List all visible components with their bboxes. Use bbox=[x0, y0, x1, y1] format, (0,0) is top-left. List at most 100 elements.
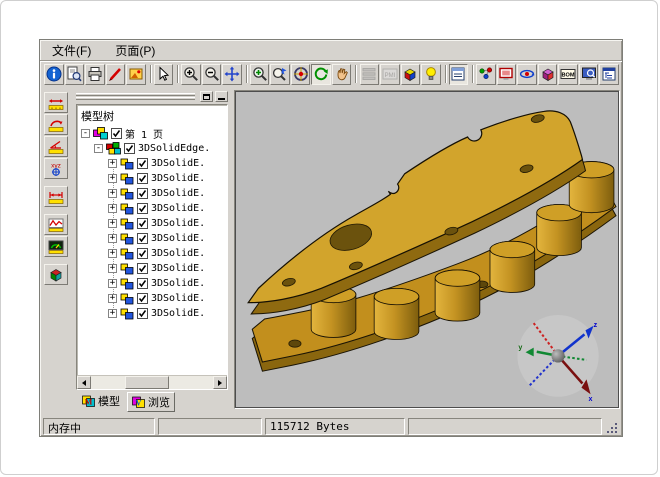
expand-toggle[interactable]: + bbox=[108, 309, 117, 318]
screen-preview-button[interactable] bbox=[579, 64, 599, 85]
part-checkbox[interactable] bbox=[137, 278, 148, 289]
expand-toggle[interactable]: + bbox=[108, 279, 117, 288]
expand-toggle[interactable]: + bbox=[108, 294, 117, 303]
panel-toggle-button[interactable] bbox=[449, 64, 469, 85]
curve-icon bbox=[48, 217, 64, 233]
part-checkbox[interactable] bbox=[137, 308, 148, 319]
tree-item-label[interactable]: 3DSolidE. bbox=[151, 248, 205, 259]
expand-toggle[interactable]: - bbox=[94, 144, 103, 153]
measure-distance-button[interactable] bbox=[44, 186, 68, 207]
svg-text:PMI: PMI bbox=[384, 73, 395, 79]
viewport-canvas[interactable]: z x y bbox=[235, 91, 619, 408]
orbit-view-button[interactable] bbox=[517, 64, 537, 85]
solid-view-button[interactable] bbox=[538, 64, 558, 85]
model-canvas-svg: z x y bbox=[236, 92, 618, 407]
expand-toggle[interactable]: + bbox=[108, 219, 117, 228]
axis-trackball: z x y bbox=[517, 315, 598, 403]
menu-file[interactable]: 文件(F) bbox=[50, 41, 93, 60]
expand-toggle[interactable]: + bbox=[108, 234, 117, 243]
panel-grip[interactable] bbox=[76, 93, 195, 101]
menu-page[interactable]: 页面(P) bbox=[113, 41, 157, 60]
pmi-button[interactable]: PMI bbox=[380, 64, 400, 85]
print-preview-button[interactable] bbox=[65, 64, 85, 85]
expand-toggle[interactable]: + bbox=[108, 249, 117, 258]
print-icon bbox=[87, 66, 103, 82]
model-tree-panel: 模型树 - 第 1 页 - bbox=[76, 90, 228, 409]
part-checkbox[interactable] bbox=[137, 263, 148, 274]
expand-toggle[interactable]: + bbox=[108, 204, 117, 213]
volume-button[interactable] bbox=[44, 264, 68, 285]
scroll-thumb[interactable] bbox=[125, 376, 169, 389]
coordinate-button[interactable]: xyz bbox=[44, 158, 68, 179]
tree-item-label[interactable]: 3DSolidE. bbox=[151, 263, 205, 274]
tab-browse[interactable]: V 浏览 bbox=[127, 392, 175, 412]
view-cube-button[interactable] bbox=[401, 64, 421, 85]
tab-model[interactable]: M 模型 bbox=[78, 392, 124, 410]
zoom-in-button[interactable] bbox=[181, 64, 201, 85]
tree-item-label[interactable]: 3DSolidE. bbox=[151, 308, 205, 319]
part-checkbox[interactable] bbox=[137, 293, 148, 304]
measure-length-button[interactable] bbox=[44, 92, 68, 113]
part-checkbox[interactable] bbox=[137, 233, 148, 244]
tree-item-label[interactable]: 3DSolidE. bbox=[151, 158, 205, 169]
tree-root-label[interactable]: 第 1 页 bbox=[125, 126, 163, 141]
expand-toggle[interactable]: + bbox=[108, 189, 117, 198]
layers-button[interactable] bbox=[360, 64, 380, 85]
pen-icon bbox=[107, 66, 123, 82]
tree-item-label[interactable]: 3DSolidE. bbox=[151, 293, 205, 304]
tree-hscrollbar bbox=[77, 375, 227, 389]
page-checkbox[interactable] bbox=[111, 128, 122, 139]
info-button[interactable] bbox=[44, 64, 64, 85]
zoom-dynamic-button[interactable] bbox=[270, 64, 290, 85]
panel-hide-button[interactable] bbox=[215, 91, 228, 102]
part-icon bbox=[120, 233, 134, 245]
status-memory: 内存中 bbox=[43, 418, 155, 435]
measure-radius-button[interactable] bbox=[44, 114, 68, 135]
rotate-view-button[interactable] bbox=[311, 64, 331, 85]
zoom-out-button[interactable] bbox=[202, 64, 222, 85]
svg-text:BOM: BOM bbox=[562, 73, 575, 79]
structure-tree-button[interactable] bbox=[599, 64, 619, 85]
expand-toggle[interactable]: + bbox=[108, 264, 117, 273]
expand-toggle[interactable]: + bbox=[108, 159, 117, 168]
part-checkbox[interactable] bbox=[137, 173, 148, 184]
pan-button[interactable] bbox=[222, 64, 242, 85]
part-checkbox[interactable] bbox=[137, 158, 148, 169]
tree-item-label[interactable]: 3DSolidE. bbox=[151, 173, 205, 184]
curve-analysis-button[interactable] bbox=[44, 214, 68, 235]
measure-angle-button[interactable] bbox=[44, 136, 68, 157]
part-checkbox[interactable] bbox=[137, 248, 148, 259]
select-cursor-button[interactable] bbox=[154, 64, 174, 85]
check-icon bbox=[138, 219, 147, 228]
tree-item-label[interactable]: 3DSolidE. bbox=[151, 203, 205, 214]
part-checkbox[interactable] bbox=[137, 203, 148, 214]
tree-item-label[interactable]: 3DSolidE. bbox=[151, 218, 205, 229]
tree-item-label[interactable]: 3DSolidE. bbox=[151, 188, 205, 199]
expand-toggle[interactable]: + bbox=[108, 174, 117, 183]
assembly-tools-button[interactable] bbox=[476, 64, 496, 85]
expand-toggle[interactable]: - bbox=[81, 129, 90, 138]
zoom-window-button[interactable] bbox=[250, 64, 270, 85]
gauge-button[interactable] bbox=[44, 236, 68, 257]
panel-float-button[interactable] bbox=[200, 91, 213, 102]
snapshot-button[interactable] bbox=[126, 64, 146, 85]
tree-item-label[interactable]: 3DSolidE. bbox=[151, 233, 205, 244]
bom-button[interactable]: BOM bbox=[558, 64, 578, 85]
light-button[interactable] bbox=[421, 64, 441, 85]
screen-zoom-icon bbox=[581, 66, 597, 82]
part-checkbox[interactable] bbox=[137, 218, 148, 229]
tree-item-row: + 3DSolidE. bbox=[77, 246, 227, 261]
tree-assembly-label[interactable]: 3DSolidEdge. bbox=[138, 143, 210, 154]
annotate-pen-button[interactable] bbox=[106, 64, 126, 85]
resize-grip[interactable] bbox=[605, 418, 619, 435]
tree-item-label[interactable]: 3DSolidE. bbox=[151, 278, 205, 289]
assembly-checkbox[interactable] bbox=[124, 143, 135, 154]
scroll-right-button[interactable] bbox=[213, 376, 227, 389]
pan-hand-button[interactable] bbox=[332, 64, 352, 85]
part-checkbox[interactable] bbox=[137, 188, 148, 199]
capture-window-button[interactable] bbox=[497, 64, 517, 85]
print-button[interactable] bbox=[85, 64, 105, 85]
scroll-track[interactable] bbox=[91, 376, 213, 389]
scroll-left-button[interactable] bbox=[77, 376, 91, 389]
orbit-center-button[interactable] bbox=[291, 64, 311, 85]
